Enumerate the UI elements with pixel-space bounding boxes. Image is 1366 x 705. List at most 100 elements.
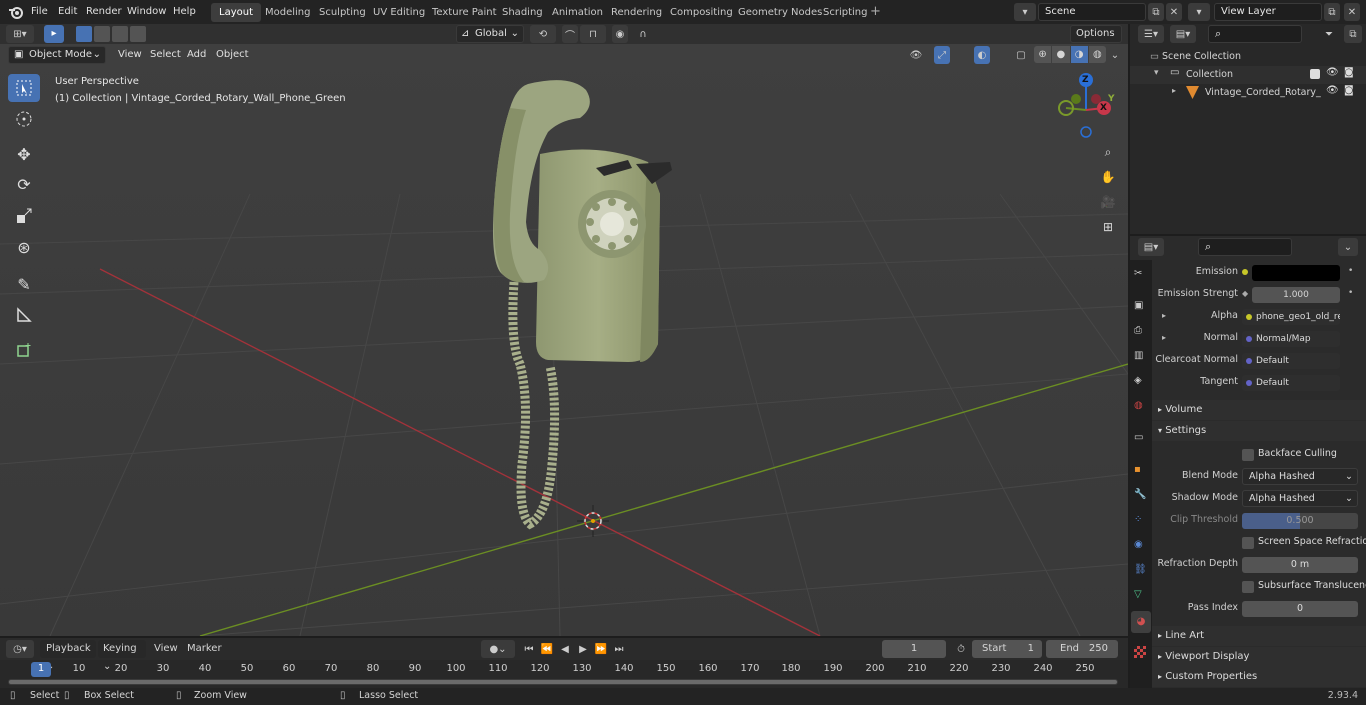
proportional-edit-icon[interactable]: ◉ <box>612 25 628 43</box>
expand-arrow-icon[interactable]: ▸ <box>1162 333 1166 342</box>
timeline-menu-marker[interactable]: Marker <box>187 643 222 654</box>
select-intersect-icon[interactable] <box>130 26 146 42</box>
viewport-menu-add[interactable]: Add <box>187 47 206 63</box>
properties-editor-type-icon[interactable]: ▤▾ <box>1138 238 1164 256</box>
select-tool-mode-icon[interactable]: ▸ <box>44 25 64 43</box>
transform-orientation-dropdown[interactable]: Global ⊿ ⌄ <box>456 25 524 43</box>
output-tab-icon[interactable]: ⎙ <box>1134 325 1142 336</box>
timeline-scrollbar[interactable] <box>8 679 1118 685</box>
tangent-field[interactable]: Default <box>1242 375 1340 391</box>
backface-culling-checkbox[interactable] <box>1242 449 1254 461</box>
jump-end-icon[interactable]: ⏭ <box>611 640 627 658</box>
next-keyframe-icon[interactable]: ⏩ <box>593 640 609 658</box>
outliner-row-object[interactable]: ▸ Vintage_Corded_Rotary_ 👁 ◙ <box>1130 84 1366 102</box>
wireframe-shading-icon[interactable]: ⊕ <box>1034 46 1052 63</box>
measure-tool[interactable] <box>8 301 40 329</box>
viewport-menu-view[interactable]: View <box>118 47 142 63</box>
add-workspace-icon[interactable]: + <box>870 4 884 20</box>
keyframe-dot-icon[interactable]: • <box>1348 266 1353 276</box>
particles-tab-icon[interactable]: ⁘ <box>1134 514 1142 525</box>
pass-index-field[interactable]: 0 <box>1242 601 1358 617</box>
rendered-shading-icon[interactable]: ◍ <box>1088 46 1106 63</box>
overlay-toggle-icon[interactable]: ◐ <box>974 46 990 64</box>
jump-start-icon[interactable]: ⏮ <box>521 640 537 658</box>
gizmo-toggle-icon[interactable]: ⤢ <box>934 46 950 64</box>
collection-tab-icon[interactable]: ▭ <box>1134 432 1143 443</box>
select-extend-icon[interactable] <box>94 26 110 42</box>
pan-hand-icon[interactable]: ✋ <box>1098 167 1118 187</box>
editor-type-icon[interactable]: ⊞▾ <box>6 25 34 43</box>
start-frame-field[interactable]: Start 1 <box>972 640 1042 658</box>
refraction-depth-field[interactable]: 0 m <box>1242 557 1358 573</box>
timeline-menu-view[interactable]: View <box>154 643 178 654</box>
custom-properties-panel-header[interactable]: ▸ Custom Properties <box>1152 667 1366 687</box>
clip-threshold-slider[interactable]: 0.500 <box>1242 513 1358 529</box>
add-cube-tool[interactable] <box>8 336 40 364</box>
emission-color-swatch[interactable] <box>1252 265 1340 281</box>
pivot-point-icon[interactable]: ⟲ <box>530 25 556 43</box>
stopwatch-icon[interactable]: ⏱ <box>952 640 970 658</box>
transform-tool[interactable]: ⊛ <box>8 233 40 261</box>
menu-render[interactable]: Render <box>86 3 122 21</box>
shading-options-icon[interactable]: ⌄ <box>1108 46 1122 64</box>
new-collection-icon[interactable]: ⧉ <box>1344 25 1362 43</box>
outliner-row-collection[interactable]: ▾ ▭ Collection 👁 ◙ <box>1130 66 1366 84</box>
data-tab-icon[interactable]: ▽ <box>1134 589 1142 600</box>
end-frame-field[interactable]: End 250 <box>1046 640 1118 658</box>
play-reverse-icon[interactable]: ◀ <box>557 640 573 658</box>
scale-tool[interactable] <box>8 202 40 230</box>
texture-tab-icon[interactable] <box>1134 646 1146 658</box>
tab-modeling[interactable]: Modeling <box>257 3 319 22</box>
outliner-scene-collection[interactable]: ▭ Scene Collection <box>1150 49 1241 65</box>
falloff-icon[interactable]: ∩ <box>630 25 656 43</box>
viewport-menu-object[interactable]: Object <box>216 47 249 63</box>
exclude-checkbox[interactable] <box>1310 69 1320 79</box>
view-layer-tab-icon[interactable]: ▥ <box>1134 350 1143 361</box>
screen-space-refraction-checkbox[interactable] <box>1242 537 1254 549</box>
move-tool[interactable]: ✥ <box>8 140 40 168</box>
scene-name-field[interactable]: Scene <box>1038 3 1146 21</box>
expand-arrow-icon[interactable]: ▸ <box>1172 86 1176 95</box>
play-icon[interactable]: ▶ <box>575 640 591 658</box>
filter-icon[interactable]: ⏷ <box>1318 25 1340 43</box>
display-mode-icon[interactable]: ▤▾ <box>1170 25 1196 43</box>
visibility-icon[interactable]: 👁 <box>904 46 928 64</box>
eye-icon[interactable]: 👁 <box>1326 67 1339 78</box>
object-tab-icon[interactable]: ▪ <box>1134 464 1141 475</box>
camera-view-icon[interactable]: 🎥 <box>1098 192 1118 212</box>
outliner-editor-type-icon[interactable]: ☰▾ <box>1138 25 1164 43</box>
expand-arrow-icon[interactable]: ▾ <box>1154 68 1159 78</box>
tool-tab-icon[interactable]: ✂ <box>1134 268 1142 279</box>
annotate-tool[interactable]: ✎ <box>8 270 40 298</box>
eye-icon[interactable]: 👁 <box>1326 85 1339 96</box>
emission-strength-field[interactable]: 1.000 <box>1252 287 1340 303</box>
tab-compositing[interactable]: Compositing <box>662 3 741 22</box>
auto-keying-icon[interactable]: ●⌄ <box>481 640 515 658</box>
new-scene-icon[interactable]: ⧉ <box>1148 3 1164 21</box>
normal-link-field[interactable]: Normal/Map <box>1242 331 1340 347</box>
select-new-icon[interactable] <box>76 26 92 42</box>
tab-texture-paint[interactable]: Texture Paint <box>424 3 505 22</box>
shadow-mode-dropdown[interactable]: Alpha Hashed ⌄ <box>1242 490 1358 507</box>
solid-shading-icon[interactable]: ● <box>1052 46 1070 63</box>
prev-keyframe-icon[interactable]: ⏪ <box>539 640 555 658</box>
snap-target-icon[interactable]: ⊓ <box>580 25 606 43</box>
render-tab-icon[interactable]: ▣ <box>1134 300 1143 311</box>
zoom-icon[interactable]: ⌕ <box>1098 142 1118 162</box>
delete-view-layer-icon[interactable]: ✕ <box>1344 3 1360 21</box>
material-shading-icon[interactable]: ◑ <box>1070 46 1088 63</box>
settings-panel-header[interactable]: ▾ Settings <box>1152 421 1366 441</box>
viewport-display-panel-header[interactable]: ▸ Viewport Display <box>1152 647 1366 667</box>
outliner-search-input[interactable]: ⌕ <box>1208 25 1302 43</box>
view-layer-selector-icon[interactable]: ▾ <box>1188 3 1210 21</box>
camera-icon[interactable]: ◙ <box>1344 67 1354 78</box>
tab-uv-editing[interactable]: UV Editing <box>365 3 433 22</box>
xray-toggle-icon[interactable]: ▢ <box>1014 46 1028 64</box>
keyframe-dot-icon[interactable]: • <box>1348 288 1353 298</box>
expand-arrow-icon[interactable]: ▸ <box>1162 311 1166 320</box>
select-box-tool[interactable] <box>8 74 40 102</box>
perspective-toggle-icon[interactable]: ⊞ <box>1098 217 1118 237</box>
tab-layout[interactable]: Layout <box>211 3 261 22</box>
cursor-tool[interactable] <box>8 105 40 133</box>
constraints-tab-icon[interactable]: ⛓ <box>1134 564 1147 575</box>
